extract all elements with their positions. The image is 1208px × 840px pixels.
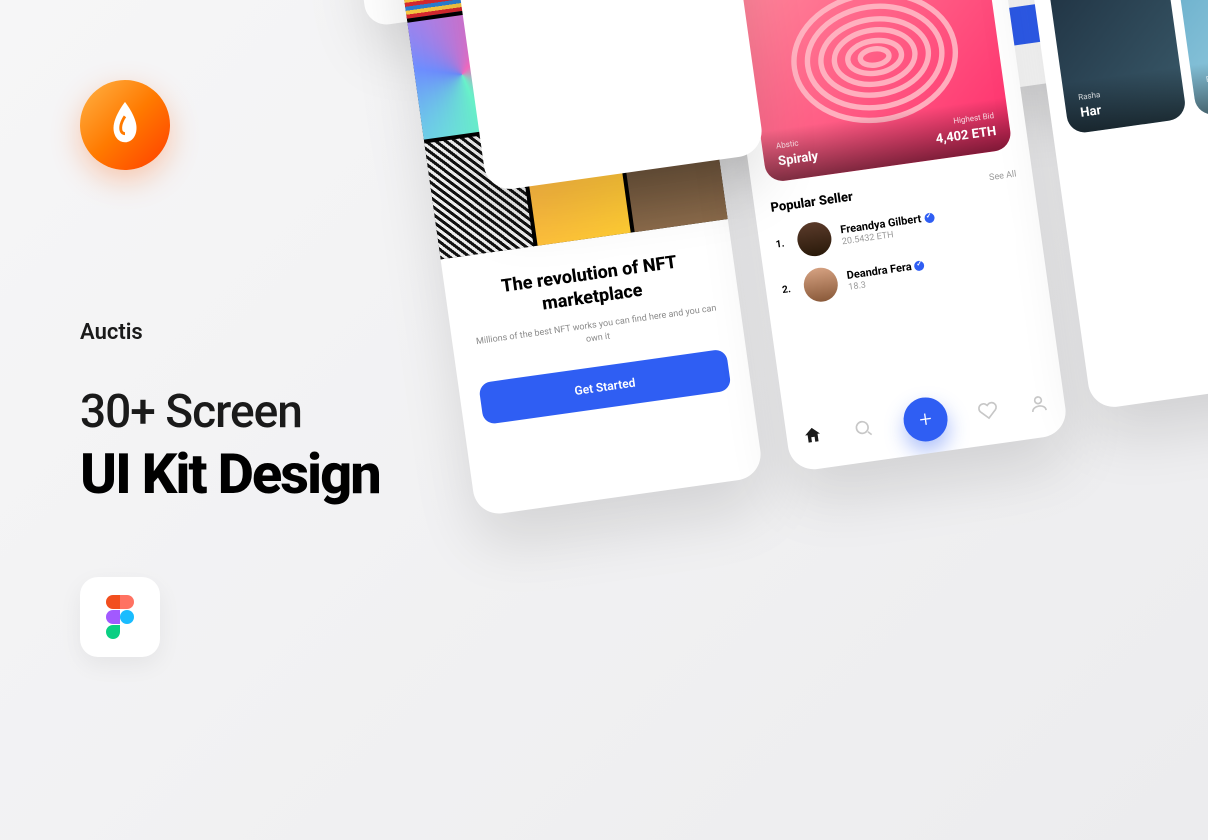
get-started-button[interactable]: Get Started: [478, 348, 731, 424]
figma-badge: [80, 577, 160, 657]
profile-icon[interactable]: [1027, 392, 1050, 415]
popular-seller-title: Popular Seller: [770, 189, 854, 215]
nft-card[interactable]: AbsticSpiraly Highest Bid4,402 ETH: [737, 0, 1013, 183]
screen-discover: Discover Now 👆 Drop Price Popular Follow…: [705, 0, 1069, 473]
verified-icon: [914, 260, 925, 271]
heart-icon[interactable]: [977, 399, 1000, 422]
brand-logo: [80, 80, 170, 170]
home-icon[interactable]: [801, 424, 824, 447]
see-all-link[interactable]: See All: [988, 169, 1017, 183]
add-button[interactable]: +: [901, 395, 951, 445]
verified-icon: [924, 212, 935, 223]
search-icon[interactable]: [852, 417, 875, 440]
bottom-nav: +: [800, 380, 1052, 458]
